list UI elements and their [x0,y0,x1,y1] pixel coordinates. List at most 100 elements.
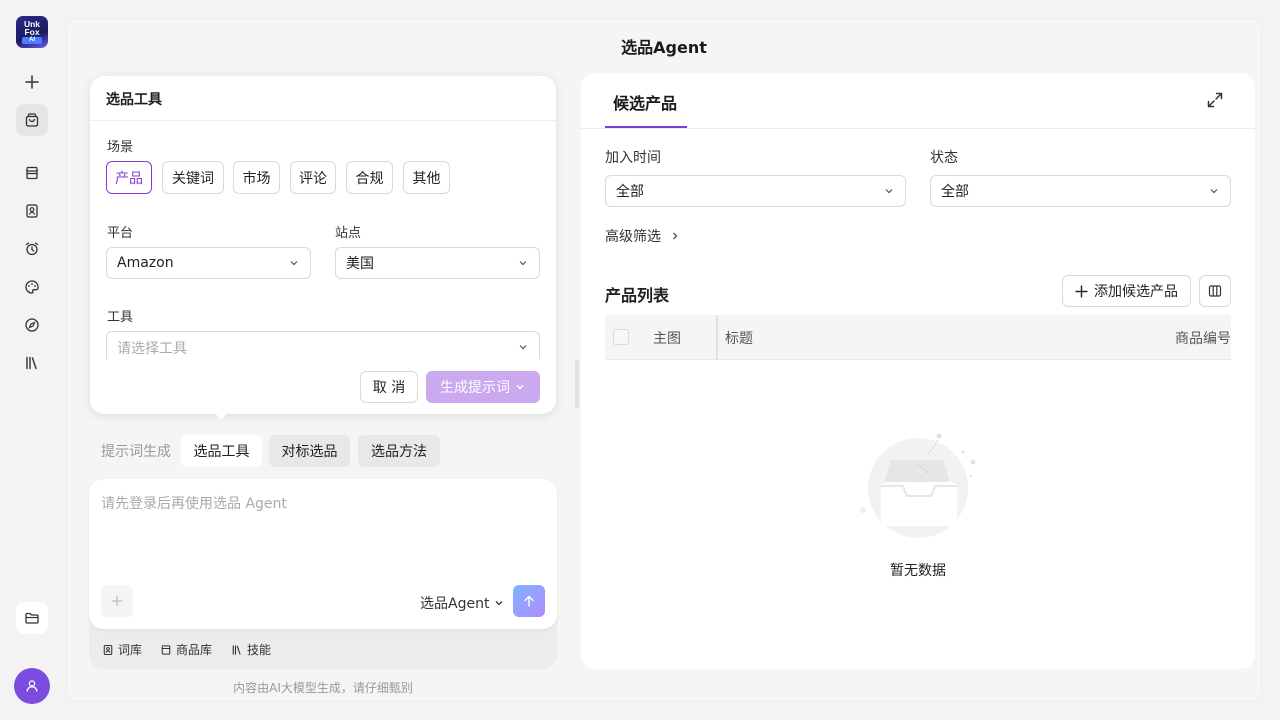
app-logo[interactable]: Unk Fox AI [16,16,48,48]
folder-button[interactable] [16,602,48,634]
column-header-image: 主图 [653,331,681,347]
scene-chip-keyword[interactable]: 关键词 [162,161,224,194]
compass-button[interactable] [16,309,48,341]
active-tab-indicator [605,126,687,128]
chevron-right-icon [673,232,678,240]
tool-popup: 选品工具 [90,76,556,414]
add-candidate-button[interactable]: 添加候选产品 [1062,275,1191,307]
wordbank-link[interactable]: 词库 [102,641,142,658]
tab-method[interactable]: 选品方法 [358,435,440,467]
column-header-sku: 商品编号 [1175,331,1231,347]
chevron-down-icon [519,261,527,266]
alarm-icon [25,242,39,256]
generate-prompt-button[interactable]: 生成提示词 [426,371,540,403]
scene-chip-compliance[interactable]: 合规 [346,161,393,194]
send-button[interactable] [513,585,545,617]
library-icon [232,644,241,655]
generate-prompt-label: 生成提示词 [440,380,510,396]
column-resize-handle[interactable] [716,315,718,360]
contacts-icon [103,644,113,655]
agent-label: 选品Agent [420,596,490,612]
composer-placeholder: 请先登录后再使用选品 Agent [101,496,287,512]
folder-icon [25,612,39,624]
expand-icon[interactable] [1206,91,1224,109]
avatar[interactable] [14,668,50,704]
join-time-value: 全部 [616,184,644,200]
library-icon [26,356,37,370]
tab-divider [581,128,1255,129]
chevron-down-icon [516,385,524,390]
store-icon [161,644,171,655]
tool-placeholder: 请选择工具 [117,341,187,357]
select-all-checkbox[interactable] [613,329,629,345]
palette-button[interactable] [16,271,48,303]
scene-chip-product[interactable]: 产品 [106,161,152,194]
product-library-link[interactable]: 商品库 [160,641,212,658]
arrow-up-icon [524,595,534,607]
new-chat-button[interactable] [16,66,48,98]
site-label: 站点 [335,226,362,241]
shopping-bag-icon [25,113,39,127]
logo-text: Fox [24,27,40,37]
tool-select[interactable]: 请选择工具 [106,331,540,359]
skills-link[interactable]: 技能 [231,641,271,658]
site-value: 美国 [346,256,374,272]
chevron-down-icon [290,261,298,266]
chevron-down-icon [885,189,893,194]
site-select[interactable]: 美国 [335,247,540,279]
chevron-down-icon [519,345,527,350]
plus-icon [1075,284,1088,298]
scene-chip-other[interactable]: 其他 [403,161,450,194]
shopping-bag-button[interactable] [16,104,48,136]
empty-state-text: 暂无数据 [890,563,946,579]
status-value: 全部 [941,184,969,200]
library-button[interactable] [16,347,48,379]
chevron-down-icon [1210,189,1218,194]
logo-badge: AI [22,37,42,44]
platform-label: 平台 [107,226,134,241]
tool-label: 工具 [107,310,134,325]
product-library-label: 商品库 [176,643,213,657]
user-icon [26,680,38,692]
status-select[interactable]: 全部 [930,175,1231,207]
cancel-button[interactable]: 取 消 [360,371,418,403]
store-button[interactable] [16,157,48,189]
compass-icon [25,318,39,332]
contacts-button[interactable] [16,195,48,227]
tab-benchmark[interactable]: 对标选品 [269,435,350,467]
tab-candidates[interactable]: 候选产品 [613,90,677,114]
column-settings-button[interactable] [1199,275,1231,307]
join-time-select[interactable]: 全部 [605,175,906,207]
column-header-title: 标题 [725,331,753,347]
attach-button[interactable] [101,585,133,617]
table-header [605,315,1231,360]
palette-icon [25,280,39,294]
columns-icon [1208,285,1222,297]
platform-select[interactable]: Amazon [106,247,311,279]
empty-state-illustration [860,433,976,538]
add-candidate-label: 添加候选产品 [1094,284,1178,300]
skills-label: 技能 [247,643,272,657]
agent-selector[interactable]: 选品Agent [420,593,505,613]
advanced-filter-label: 高级筛选 [605,229,661,245]
plus-icon [111,595,123,607]
scene-chip-review[interactable]: 评论 [290,161,336,194]
join-time-label: 加入时间 [605,150,661,166]
chevron-down-icon [495,601,503,606]
wordbank-label: 词库 [118,643,143,657]
contacts-icon [26,204,38,218]
prompt-gen-label: 提示词生成 [101,444,171,460]
ai-disclaimer: 内容由AI大模型生成，请仔细甄别 [233,681,413,695]
tab-selection-tool[interactable]: 选品工具 [181,435,262,467]
status-label: 状态 [930,150,958,166]
plus-icon [25,75,39,89]
product-list-title: 产品列表 [605,286,670,305]
advanced-filter-toggle[interactable]: 高级筛选 [605,226,681,246]
page-title: 选品Agent [621,38,707,57]
scene-chip-market[interactable]: 市场 [233,161,280,194]
store-icon [25,166,39,180]
alarm-button[interactable] [16,233,48,265]
scene-label: 场景 [107,140,134,155]
resize-handle[interactable] [575,360,579,408]
tool-popup-title: 选品工具 [90,76,556,121]
